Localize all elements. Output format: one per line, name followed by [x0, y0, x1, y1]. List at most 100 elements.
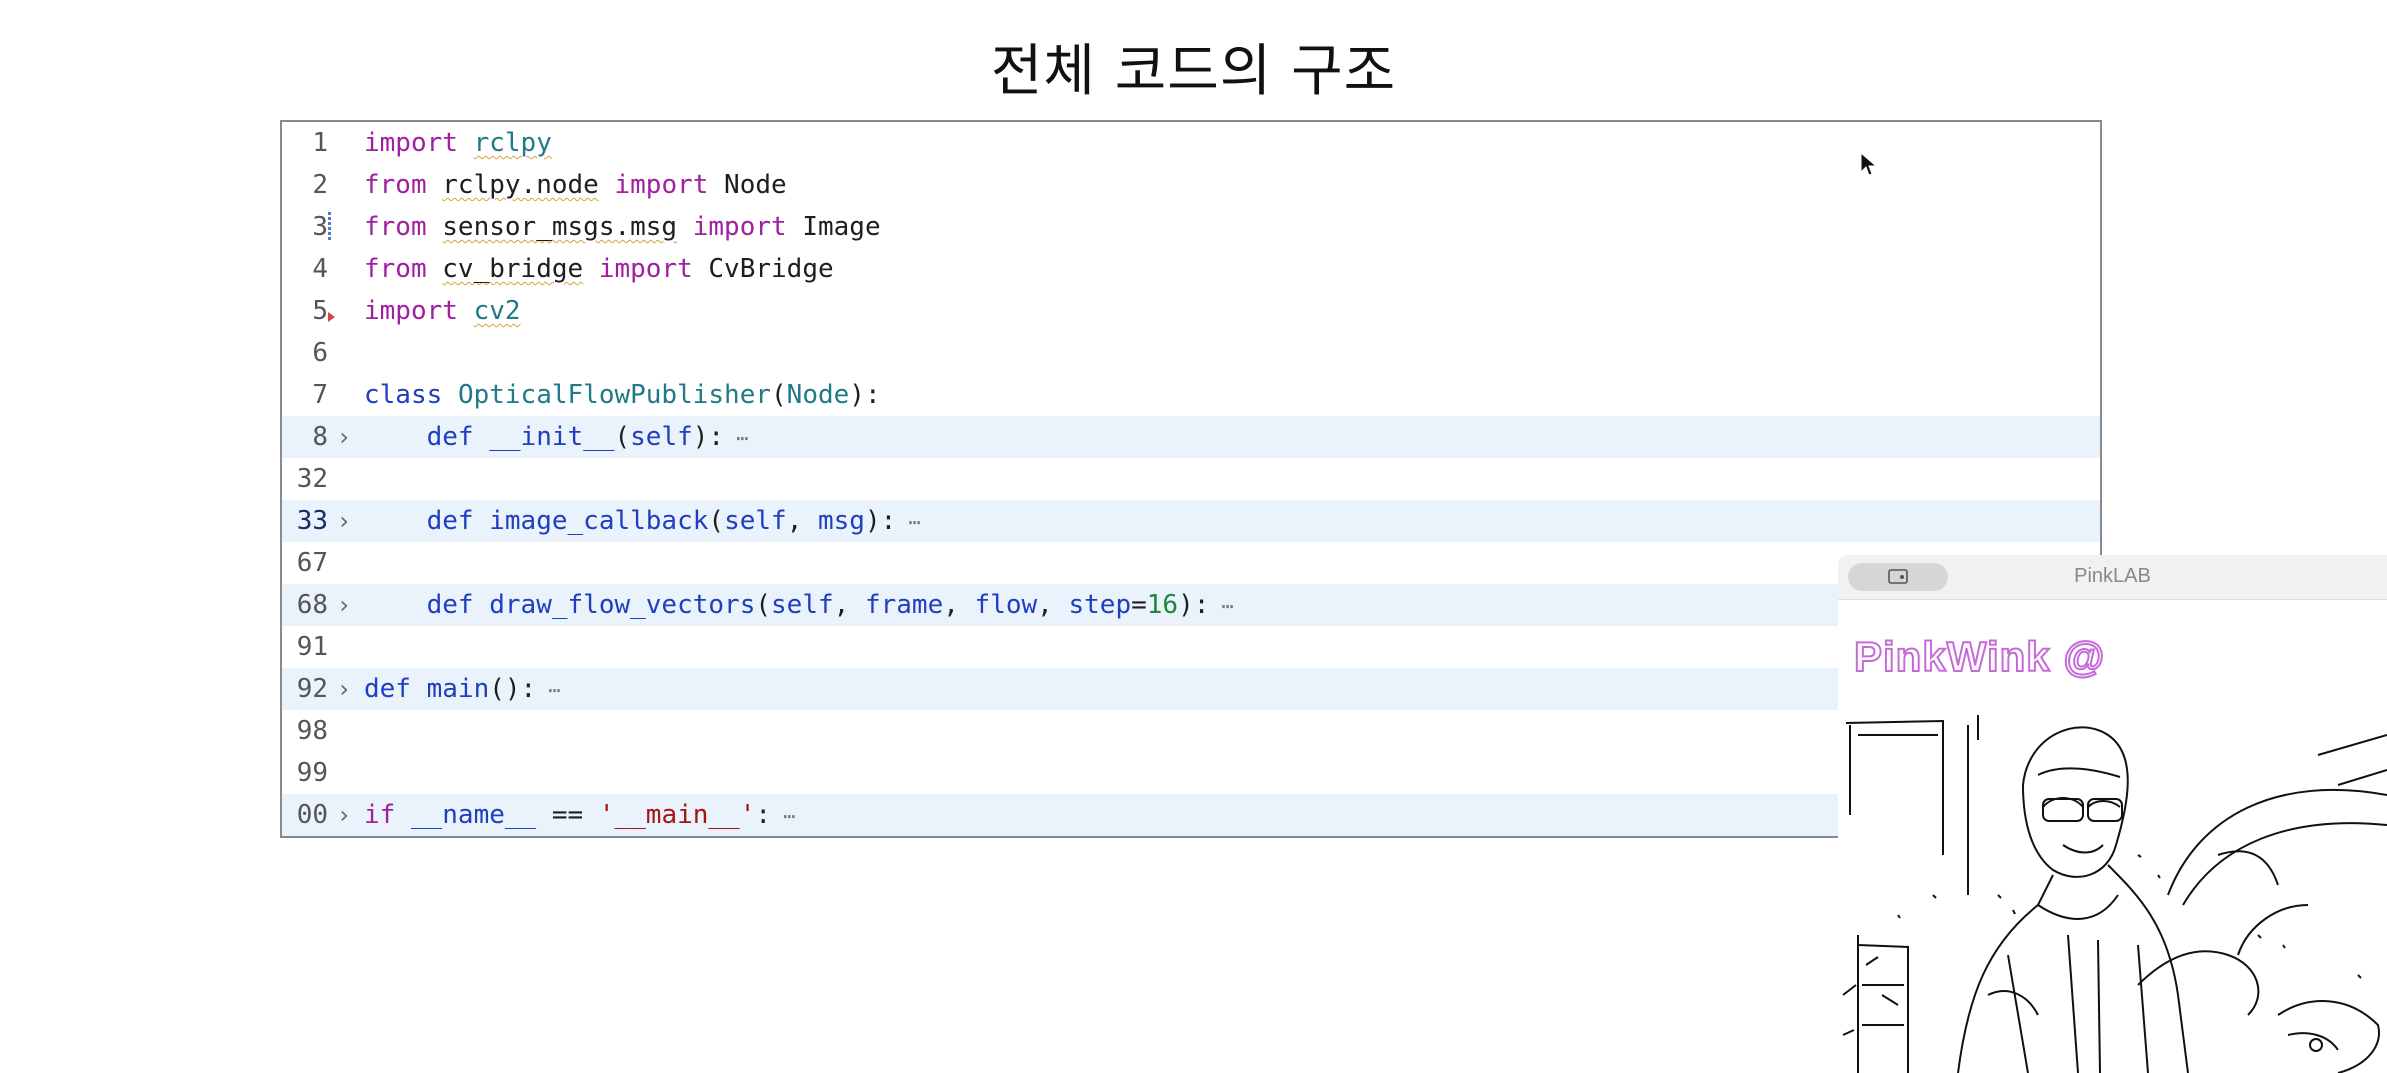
- code-token: ):: [1178, 590, 1210, 620]
- code-token: sensor_msgs.msg: [442, 212, 678, 242]
- line-number: 92: [296, 674, 328, 704]
- code-line[interactable]: 6: [282, 332, 2100, 374]
- code-line[interactable]: 33 › def image_callback(self, msg): ⋯: [282, 500, 2100, 542]
- code-token: ):: [864, 506, 897, 536]
- code-token: ⋯: [1209, 594, 1234, 618]
- code-token: =: [1131, 590, 1147, 620]
- code-line[interactable]: 68 › def draw_flow_vectors(self, frame, f…: [282, 584, 2100, 626]
- code-line[interactable]: 99: [282, 752, 2100, 794]
- code-token: ():: [489, 674, 537, 704]
- webcam-window-title: PinkLAB: [2074, 565, 2151, 587]
- webcam-titlebar[interactable]: PinkLAB: [1838, 555, 2387, 600]
- deleted-gutter-marker: [328, 312, 335, 322]
- code-line[interactable]: 7 class OpticalFlowPublisher(Node):: [282, 374, 2100, 416]
- code-line[interactable]: 1 import rclpy: [282, 122, 2100, 164]
- code-text[interactable]: def draw_flow_vectors(self, frame, flow,…: [364, 584, 1234, 627]
- code-token: __name__: [410, 800, 537, 830]
- line-number: 2: [312, 170, 328, 200]
- code-text[interactable]: import rclpy: [364, 122, 552, 164]
- line-number: 32: [296, 464, 328, 494]
- code-token: draw_flow_vectors: [489, 590, 756, 620]
- code-line[interactable]: 2 from rclpy.node import Node: [282, 164, 2100, 206]
- code-text[interactable]: from sensor_msgs.msg import Image: [364, 206, 881, 248]
- mouse-cursor-icon: [1860, 152, 1878, 176]
- line-number: 7: [312, 380, 328, 410]
- code-token: rclpy: [473, 128, 552, 158]
- code-line[interactable]: 5 import cv2: [282, 290, 2100, 332]
- code-token: class: [364, 380, 443, 410]
- webcam-overlay[interactable]: PinkLAB PinkWink @: [1838, 555, 2387, 1073]
- code-text[interactable]: class OpticalFlowPublisher(Node):: [364, 374, 881, 416]
- code-token: ⋯: [536, 678, 561, 702]
- slide-title: 전체 코드의 구조: [990, 39, 1397, 104]
- code-token: import: [614, 170, 709, 200]
- line-number: 4: [312, 254, 328, 284]
- code-token: (: [708, 506, 725, 536]
- code-token: ):: [692, 422, 725, 452]
- code-text[interactable]: from rclpy.node import Node: [364, 164, 787, 206]
- line-number: 6: [312, 338, 328, 368]
- code-text[interactable]: import cv2: [364, 290, 521, 332]
- code-token: self: [771, 590, 834, 620]
- line-number: 98: [296, 716, 328, 746]
- code-token: ):: [849, 380, 881, 410]
- line-number: 99: [296, 758, 328, 788]
- code-token: Node: [786, 380, 850, 410]
- code-token: cv2: [473, 296, 521, 326]
- code-line[interactable]: 92 › def main(): ⋯: [282, 668, 2100, 710]
- code-token: Image: [786, 212, 881, 242]
- line-number: 1: [312, 128, 328, 158]
- code-line[interactable]: 67: [282, 542, 2100, 584]
- code-token: ,: [1037, 590, 1069, 620]
- chevron-right-icon[interactable]: ›: [334, 584, 354, 626]
- modified-gutter-marker: [328, 212, 331, 242]
- code-token: ⋯: [771, 804, 796, 828]
- code-token: (: [755, 590, 772, 620]
- code-text[interactable]: def __init__(self): ⋯: [364, 416, 749, 459]
- code-text[interactable]: def main(): ⋯: [364, 668, 560, 711]
- code-token: ,: [943, 590, 975, 620]
- line-number: 91: [296, 632, 328, 662]
- code-text[interactable]: from cv_bridge import CvBridge: [364, 248, 834, 290]
- code-token: self: [724, 506, 787, 536]
- code-line[interactable]: 3 from sensor_msgs.msg import Image: [282, 206, 2100, 248]
- code-token: frame: [864, 590, 944, 620]
- code-text[interactable]: if __name__ == '__main__': ⋯: [364, 794, 796, 836]
- code-token: self: [630, 422, 693, 452]
- chevron-right-icon[interactable]: ›: [334, 416, 354, 458]
- code-line[interactable]: 32: [282, 458, 2100, 500]
- code-token: from: [364, 254, 427, 284]
- code-token: (: [771, 380, 787, 410]
- chevron-right-icon[interactable]: ›: [334, 794, 354, 836]
- code-token: from: [364, 212, 427, 242]
- code-line[interactable]: 4 from cv_bridge import CvBridge: [282, 248, 2100, 290]
- code-token: import: [598, 254, 693, 284]
- code-line[interactable]: 00 › if __name__ == '__main__': ⋯: [282, 794, 2100, 836]
- webcam-edge-video: [1842, 715, 2387, 1073]
- code-text[interactable]: def image_callback(self, msg): ⋯: [364, 500, 921, 543]
- code-line[interactable]: 91: [282, 626, 2100, 668]
- line-number: 8: [312, 422, 328, 452]
- code-token: CvBridge: [692, 254, 834, 284]
- code-token: ⋯: [724, 426, 749, 450]
- chevron-right-icon[interactable]: ›: [334, 668, 354, 710]
- code-editor[interactable]: 1 import rclpy 2 from rclpy.node import Nod…: [280, 120, 2102, 838]
- code-token: :: [755, 800, 772, 830]
- chevron-right-icon[interactable]: ›: [334, 500, 354, 542]
- code-line[interactable]: 98: [282, 710, 2100, 752]
- line-number: 67: [296, 548, 328, 578]
- code-token: step: [1068, 590, 1132, 620]
- code-token: def: [364, 674, 411, 704]
- code-line[interactable]: 8 › def __init__(self): ⋯: [282, 416, 2100, 458]
